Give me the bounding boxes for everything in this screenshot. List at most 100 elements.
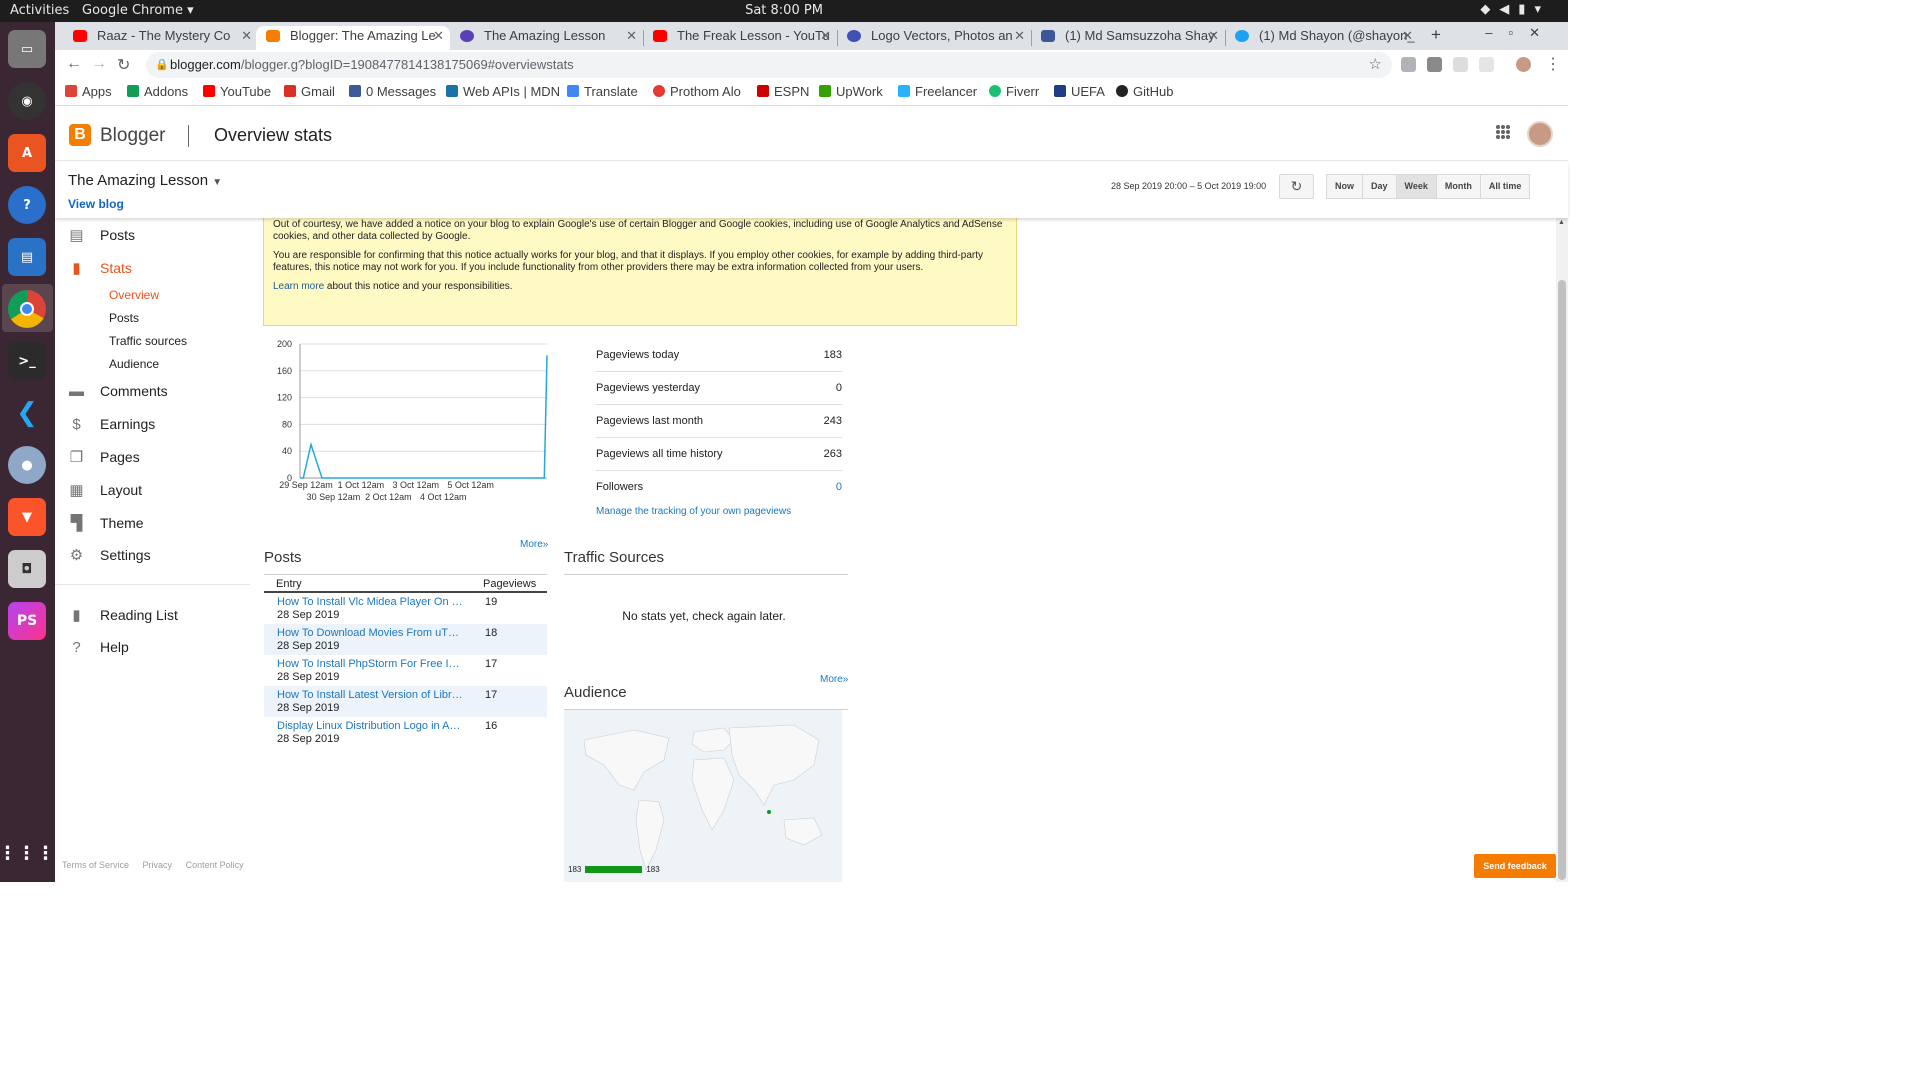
rhythmbox-icon[interactable]: ◉ <box>8 82 46 120</box>
blogger-wordmark[interactable]: Blogger <box>100 125 166 147</box>
extension-icon[interactable] <box>1479 57 1494 72</box>
extension-icon[interactable] <box>1453 57 1468 72</box>
post-title-link[interactable]: How To Download Movies From uT… <box>277 627 462 639</box>
show-apps-icon[interactable]: ⋮⋮⋮ <box>0 834 55 872</box>
terms-link[interactable]: Terms of Service <box>62 860 129 870</box>
chrome-icon[interactable] <box>8 290 46 328</box>
bookmark-espn[interactable]: ESPN <box>757 84 809 99</box>
tab-twitter[interactable]: (1) Md Shayon (@shayon_ ✕ <box>1225 26 1419 50</box>
bookmark-messages[interactable]: 0 Messages <box>349 84 436 99</box>
privacy-link[interactable]: Privacy <box>143 860 173 870</box>
close-tab-icon[interactable]: ✕ <box>626 26 637 46</box>
sidebar-item-theme[interactable]: ▜ Theme <box>68 514 144 532</box>
sidebar-item-earnings[interactable]: $ Earnings <box>68 416 155 433</box>
tab-freak-lesson[interactable]: The Freak Lesson - YouTu ✕ <box>643 26 837 50</box>
sidebar-item-pages[interactable]: ❐ Pages <box>68 448 140 466</box>
period-month-button[interactable]: Month <box>1435 174 1481 199</box>
world-map[interactable] <box>564 710 842 882</box>
bookmark-prothom-alo[interactable]: Prothom Alo <box>653 84 741 99</box>
page-scrollbar[interactable]: ▲ <box>1556 218 1568 882</box>
account-avatar[interactable] <box>1527 121 1553 147</box>
refresh-button[interactable]: ↻ <box>1279 174 1314 199</box>
bookmark-gmail[interactable]: Gmail <box>284 84 335 99</box>
bookmark-star-icon[interactable]: ☆ <box>1369 52 1382 78</box>
address-bar[interactable]: 🔒 blogger.com/blogger.g?blogID=190847781… <box>146 52 1392 78</box>
help-app-icon[interactable]: ? <box>8 186 46 224</box>
clock[interactable]: Sat 8:00 PM <box>0 3 1568 18</box>
disk-icon[interactable]: ● <box>8 446 46 484</box>
blog-selector[interactable]: The Amazing Lesson ▼ <box>68 172 222 189</box>
traffic-more-link[interactable]: More» <box>820 674 848 685</box>
window-controls[interactable]: –▫✕ <box>1485 25 1556 41</box>
manage-tracking-link[interactable]: Manage the tracking of your own pageview… <box>596 506 842 517</box>
new-tab-button[interactable]: + <box>1423 26 1453 50</box>
bookmark-uefa[interactable]: UEFA <box>1054 84 1105 99</box>
system-tray-icons[interactable]: ◆◀▮▾ <box>1480 2 1550 17</box>
software-center-icon[interactable]: A <box>8 134 46 172</box>
writer-icon[interactable]: ▤ <box>8 238 46 276</box>
sidebar-item-posts[interactable]: ▤ Posts <box>68 226 135 244</box>
post-title-link[interactable]: How To Install PhpStorm For Free I… <box>277 658 462 670</box>
extension-icon[interactable] <box>1427 57 1442 72</box>
tab-raaz[interactable]: Raaz - The Mystery Co ✕ <box>63 26 258 50</box>
view-blog-link[interactable]: View blog <box>68 197 124 211</box>
bookmark-apps[interactable]: Apps <box>65 84 112 99</box>
close-tab-icon[interactable]: ✕ <box>433 26 444 46</box>
period-week-button[interactable]: Week <box>1395 174 1437 199</box>
terminal-icon[interactable]: >_ <box>8 342 46 380</box>
sidebar-item-reading-list[interactable]: ▮ Reading List <box>68 606 177 624</box>
stats-sub-traffic-sources[interactable]: Traffic sources <box>109 334 187 348</box>
profile-avatar[interactable] <box>1516 57 1531 72</box>
scroll-up-icon[interactable]: ▲ <box>1558 219 1565 226</box>
files-icon[interactable]: ▭ <box>8 30 46 68</box>
tab-blogger[interactable]: Blogger: The Amazing Le ✕ <box>256 26 450 50</box>
close-tab-icon[interactable]: ✕ <box>241 26 252 46</box>
blogger-logo-icon[interactable]: B <box>69 124 91 146</box>
lock-icon[interactable]: 🔒 <box>155 52 169 78</box>
bookmark-addons[interactable]: Addons <box>127 84 188 99</box>
bookmark-fiverr[interactable]: Fiverr <box>989 84 1039 99</box>
followers-count-link[interactable]: 0 <box>836 471 842 504</box>
brave-icon[interactable]: ▼ <box>8 498 46 536</box>
tab-facebook[interactable]: (1) Md Samsuzzoha Shay ✕ <box>1031 26 1225 50</box>
reload-icon[interactable]: ↻ <box>117 55 130 75</box>
send-feedback-button[interactable]: Send feedback <box>1474 854 1556 878</box>
bookmark-github[interactable]: GitHub <box>1116 84 1173 99</box>
chrome-menu-icon[interactable]: ⋮ <box>1545 54 1561 74</box>
bookmark-upwork[interactable]: UpWork <box>819 84 883 99</box>
close-tab-icon[interactable]: ✕ <box>1208 26 1219 46</box>
camera-icon[interactable]: ◘ <box>8 550 46 588</box>
back-icon[interactable]: ← <box>66 55 82 73</box>
posts-more-link[interactable]: More» <box>520 539 548 550</box>
bookmark-freelancer[interactable]: Freelancer <box>898 84 977 99</box>
learn-more-link[interactable]: Learn more <box>273 281 324 292</box>
vscode-icon[interactable]: ❮ <box>8 394 46 432</box>
period-now-button[interactable]: Now <box>1326 174 1363 199</box>
close-tab-icon[interactable]: ✕ <box>1014 26 1025 46</box>
forward-icon[interactable]: → <box>91 55 107 73</box>
period-alltime-button[interactable]: All time <box>1479 174 1531 199</box>
post-title-link[interactable]: How To Install Latest Version of Libr… <box>277 689 462 701</box>
apps-grid-icon[interactable] <box>1496 125 1510 139</box>
bookmark-mdn[interactable]: Web APIs | MDN <box>446 84 560 99</box>
tab-amazing-lesson[interactable]: The Amazing Lesson ✕ <box>450 26 643 50</box>
content-policy-link[interactable]: Content Policy <box>186 860 244 870</box>
sidebar-item-settings[interactable]: ⚙ Settings <box>68 546 151 564</box>
sidebar-item-stats[interactable]: ▮ Stats <box>68 259 132 277</box>
bookmark-youtube[interactable]: YouTube <box>203 84 271 99</box>
tab-logo-vectors[interactable]: Logo Vectors, Photos an ✕ <box>837 26 1031 50</box>
sidebar-item-comments[interactable]: ▬ Comments <box>68 383 168 400</box>
close-tab-icon[interactable]: ✕ <box>1402 26 1413 46</box>
period-day-button[interactable]: Day <box>1362 174 1397 199</box>
bookmark-translate[interactable]: Translate <box>567 84 638 99</box>
sidebar-item-layout[interactable]: ▦ Layout <box>68 481 142 499</box>
stats-sub-overview[interactable]: Overview <box>109 288 159 302</box>
post-title-link[interactable]: How To Install Vlc Midea Player On … <box>277 596 462 608</box>
stats-sub-posts[interactable]: Posts <box>109 311 139 325</box>
extension-icon[interactable] <box>1401 57 1416 72</box>
close-tab-icon[interactable]: ✕ <box>820 26 831 46</box>
scrollbar-thumb[interactable] <box>1558 280 1566 880</box>
phpstorm-icon[interactable]: PS <box>8 602 46 640</box>
stats-sub-audience[interactable]: Audience <box>109 357 159 371</box>
post-title-link[interactable]: Display Linux Distribution Logo in A… <box>277 720 462 732</box>
